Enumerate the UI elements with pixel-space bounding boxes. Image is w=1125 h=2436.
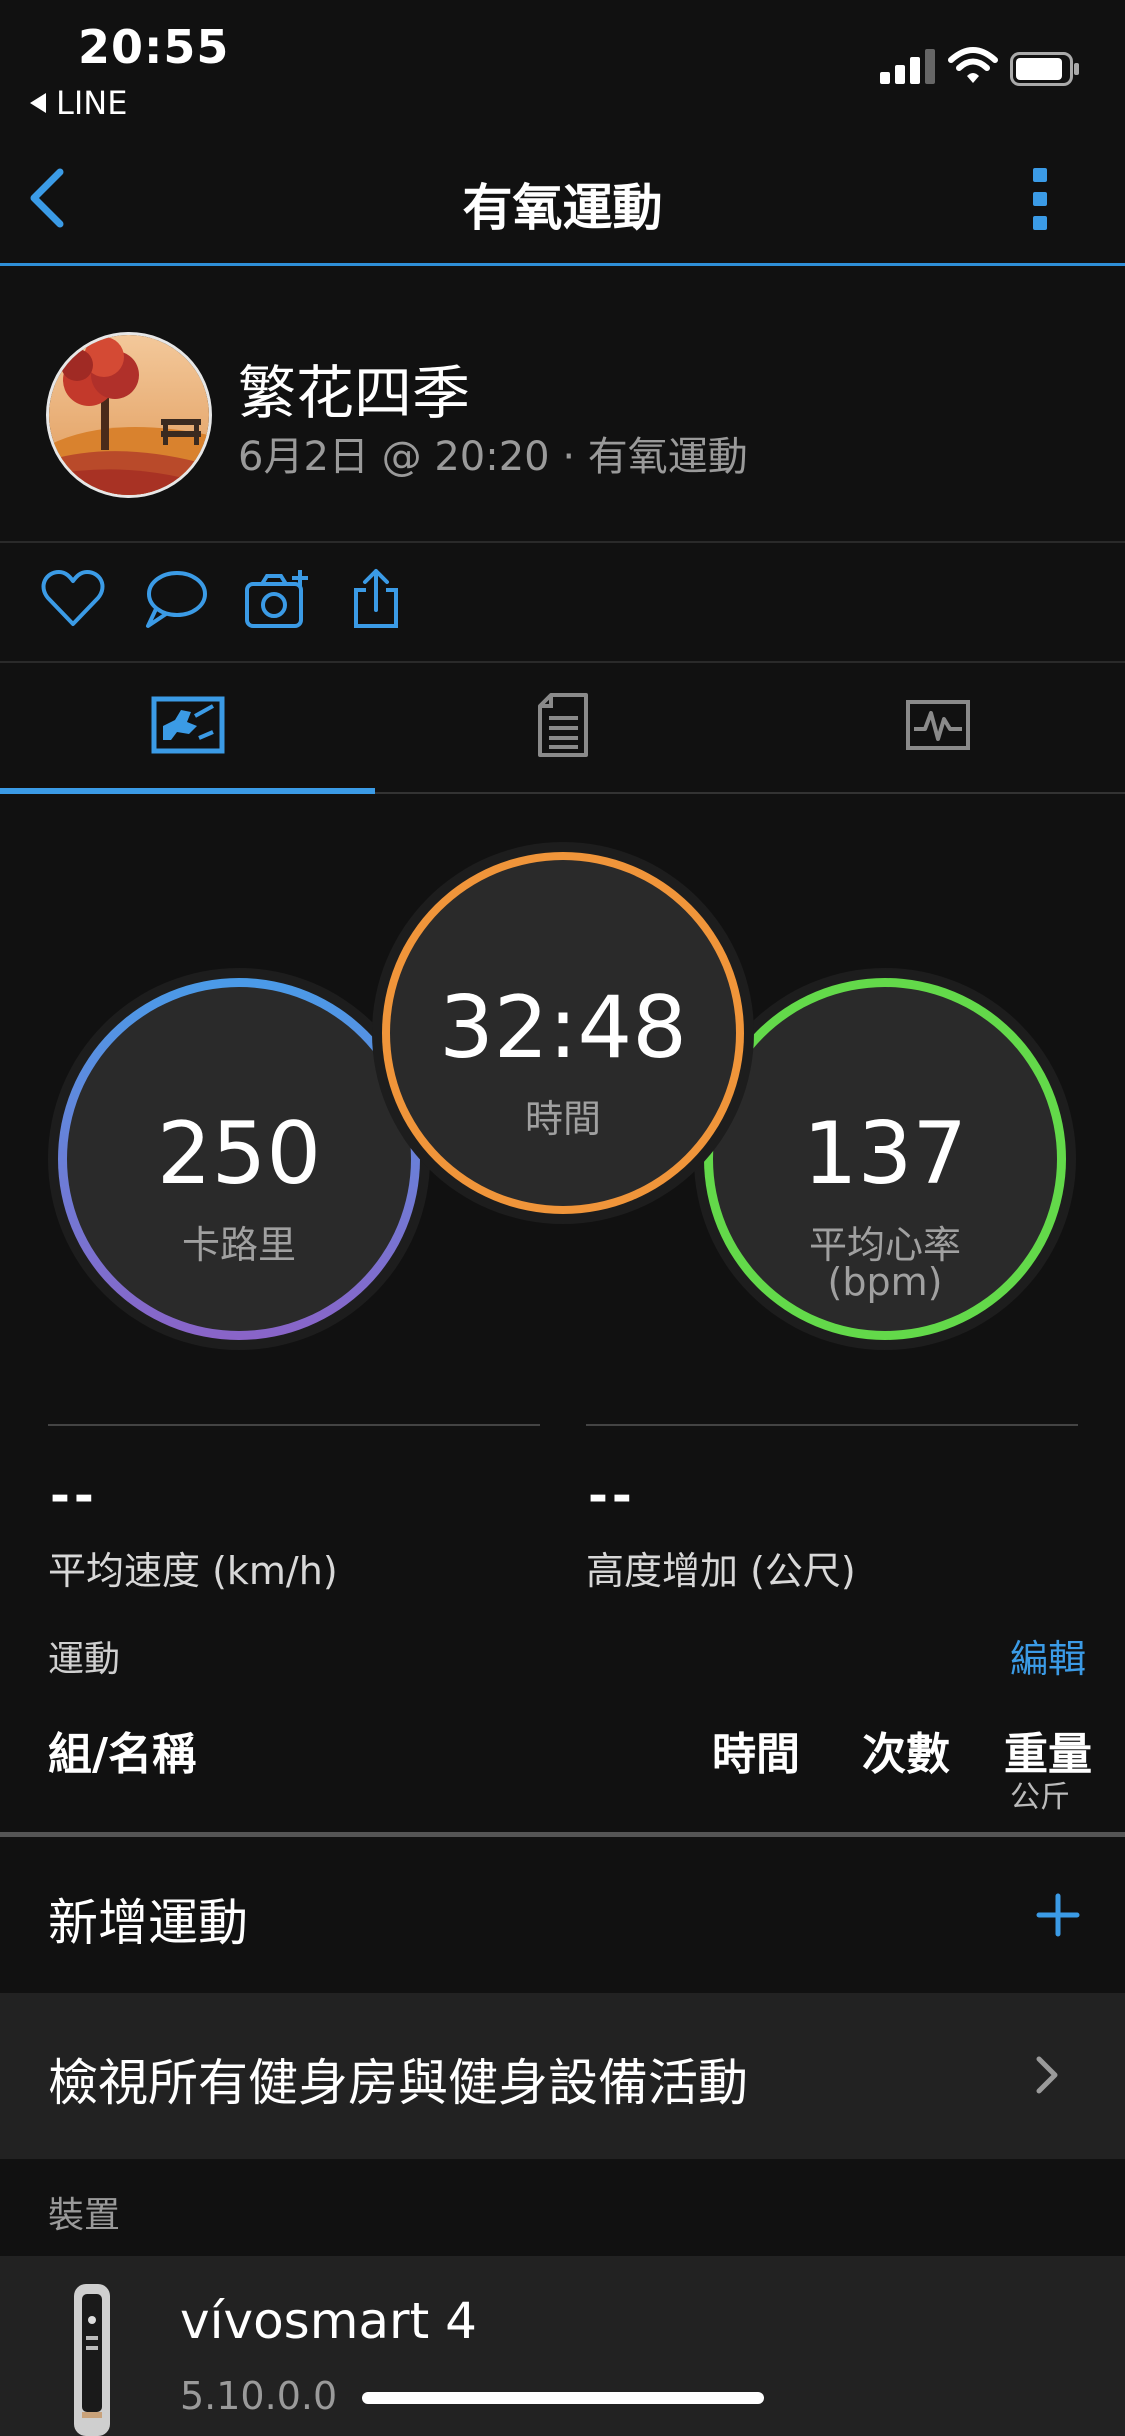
status-time: 20:55 (78, 20, 230, 74)
view-all-label: 檢視所有健身房與健身設備活動 (48, 2054, 748, 2112)
calories-label: 卡路里 (181, 1223, 296, 1267)
avg-speed-value: -- (50, 1468, 98, 1524)
view-all-gym-activities-row[interactable]: 檢視所有健身房與健身設備活動 (0, 1993, 1125, 2159)
chevron-right-icon (1036, 2056, 1058, 2094)
column-reps: 次數 (862, 1729, 950, 1780)
heart-rate-ring: 137 平均心率 (bpm) (704, 978, 1066, 1340)
wifi-icon (948, 47, 998, 83)
column-weight-unit: 公斤 (1010, 1780, 1070, 1815)
elevation-gain-value: -- (588, 1468, 636, 1524)
time-label: 時間 (524, 1097, 601, 1141)
nav-divider (0, 263, 1125, 266)
vivosmart-device-image (74, 2284, 110, 2436)
active-tab-indicator (0, 788, 375, 794)
profile-name[interactable]: 繁花四季 (238, 346, 470, 430)
profile-divider (0, 541, 1125, 543)
more-vertical-icon[interactable] (1030, 166, 1052, 232)
time-ring: 32:48 時間 (382, 852, 744, 1214)
add-photo-icon[interactable] (244, 568, 310, 630)
calories-ring: 250 卡路里 (58, 978, 420, 1340)
comment-icon[interactable] (142, 568, 208, 630)
cellular-signal-icon (880, 49, 935, 84)
device-version: 5.10.0.0 (180, 2374, 338, 2418)
device-section-label: 裝置 (48, 2195, 121, 2236)
heart-rate-value: 137 (802, 1104, 968, 1204)
activity-meta: 6月2日 @ 20:20 · 有氧運動 (238, 434, 748, 480)
home-indicator[interactable] (362, 2392, 764, 2404)
heart-rate-unit: (bpm) (827, 1260, 943, 1304)
plus-icon[interactable] (1036, 1893, 1080, 1937)
battery-icon (1010, 52, 1079, 86)
column-time: 時間 (712, 1729, 800, 1780)
device-row[interactable]: vívosmart 4 5.10.0.0 (0, 2256, 1125, 2436)
share-icon[interactable] (346, 568, 412, 630)
elevation-gain-label: 高度增加 (公尺) (586, 1549, 856, 1593)
avatar[interactable] (46, 332, 212, 498)
avg-speed-label: 平均速度 (km/h) (48, 1549, 338, 1593)
calories-value: 250 (156, 1104, 322, 1204)
page-title: 有氧運動 (462, 179, 663, 237)
avatar-autumn-tree-image (49, 335, 209, 495)
back-triangle-icon (30, 93, 46, 113)
details-icon (537, 693, 588, 757)
overview-icon (151, 696, 224, 754)
tab-charts[interactable] (750, 660, 1125, 790)
time-value: 32:48 (439, 978, 687, 1078)
chart-icon (905, 700, 970, 750)
back-to-app-link[interactable]: LINE (30, 84, 127, 122)
stat-divider-left (48, 1424, 540, 1426)
edit-link[interactable]: 編輯 (1010, 1628, 1086, 1683)
stat-divider-right (586, 1424, 1078, 1426)
add-exercise-label: 新增運動 (48, 1894, 248, 1952)
column-set-name: 組/名稱 (48, 1729, 197, 1780)
heart-icon[interactable] (40, 568, 106, 630)
exercise-section-label: 運動 (48, 1639, 121, 1680)
tab-details[interactable] (375, 660, 750, 790)
tab-overview[interactable] (0, 660, 375, 790)
device-name: vívosmart 4 (180, 2292, 477, 2350)
add-exercise-row[interactable]: 新增運動 (0, 1837, 1125, 1993)
back-app-label: LINE (56, 84, 128, 122)
